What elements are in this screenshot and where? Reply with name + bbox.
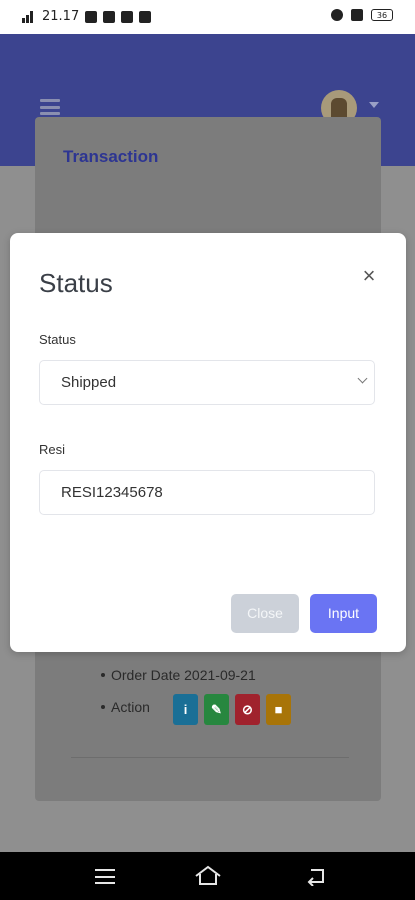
wifi-icon	[351, 9, 363, 21]
recent-apps-icon[interactable]	[95, 869, 115, 884]
trash-icon: ■	[274, 701, 283, 717]
close-button[interactable]: Close	[231, 594, 299, 633]
block-button[interactable]: ⊘	[235, 694, 260, 725]
modal-title: Status	[39, 268, 113, 298]
video-icon	[103, 10, 116, 23]
chevron-down-icon	[357, 373, 368, 384]
delete-button[interactable]: ■	[266, 694, 291, 725]
order-date-item: Order Date 2021-09-21	[101, 665, 256, 697]
status-select[interactable]: Shipped	[39, 360, 375, 405]
status-modal: Status × Status Shipped Resi RESI1234567…	[10, 233, 406, 652]
hamburger-icon[interactable]	[40, 99, 60, 115]
status-bar: 21.17 36	[0, 0, 415, 34]
home-icon[interactable]	[194, 865, 222, 887]
twitter-icon	[139, 10, 152, 23]
edit-icon: ✎	[211, 701, 222, 717]
edit-button[interactable]: ✎	[204, 694, 229, 725]
action-item: Action i ✎ ⊘ ■	[101, 694, 291, 729]
close-icon[interactable]: ×	[360, 265, 378, 287]
input-button[interactable]: Input	[310, 594, 377, 633]
back-icon[interactable]	[305, 868, 327, 886]
chevron-down-icon[interactable]	[369, 102, 379, 108]
status-select-value: Shipped	[61, 374, 117, 391]
resi-input-value: RESI12345678	[61, 484, 163, 501]
status-label: Status	[39, 332, 76, 347]
signal-icon	[22, 10, 36, 23]
info-button[interactable]: i	[173, 694, 198, 725]
card-title: Transaction	[63, 147, 159, 166]
info-icon: i	[183, 701, 188, 717]
alarm-icon	[331, 9, 343, 21]
clock: 21.17	[42, 9, 80, 24]
tiktok-icon	[85, 10, 98, 23]
resi-input[interactable]: RESI12345678	[39, 470, 375, 515]
battery-icon: 36	[371, 9, 393, 21]
order-details-list: Order Date 2021-09-21 Action i ✎ ⊘ ■	[101, 665, 291, 729]
system-nav-bar	[0, 852, 415, 900]
action-buttons: i ✎ ⊘ ■	[173, 694, 291, 725]
mail-icon	[121, 10, 134, 23]
divider	[71, 757, 349, 758]
resi-label: Resi	[39, 442, 66, 457]
block-icon: ⊘	[242, 701, 253, 717]
